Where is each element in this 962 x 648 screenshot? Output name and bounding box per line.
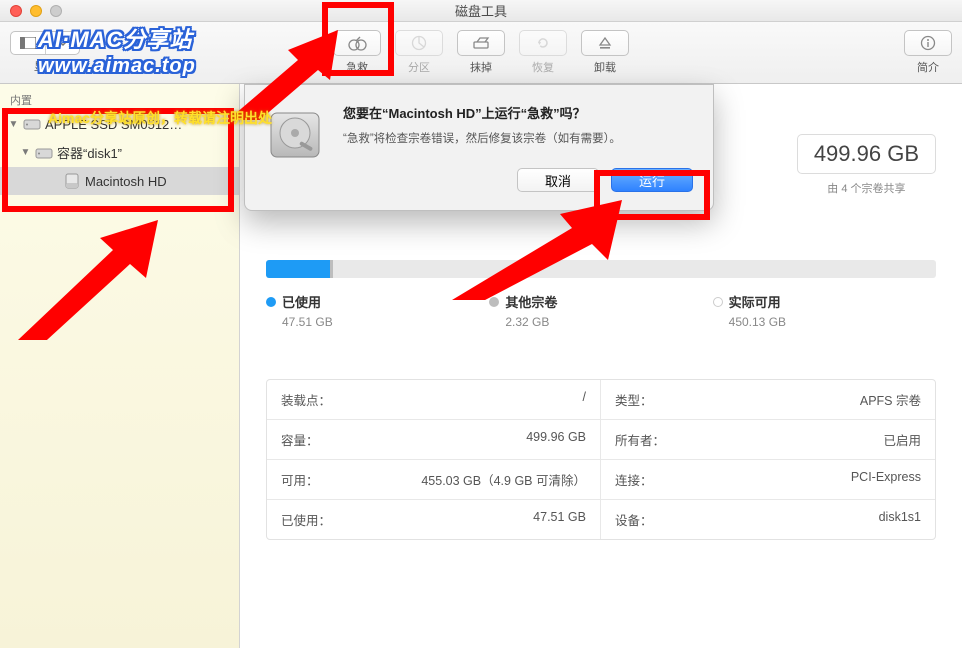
info-cell: 连接：PCI-Express [601, 460, 935, 500]
legend-dot [713, 297, 723, 307]
erase-icon [457, 30, 505, 56]
disk-icon [35, 144, 53, 162]
legend-dot [489, 297, 499, 307]
info-cell: 类型：APFS 宗卷 [601, 380, 935, 420]
capacity-sub: 由 4 个宗卷共享 [797, 180, 936, 196]
toolbar-restore-button: 恢复 [519, 30, 567, 75]
cancel-button[interactable]: 取消 [517, 168, 599, 192]
dialog-message: “急救”将检查宗卷错误，然后修复该宗卷（如有需要）。 [343, 130, 693, 146]
hard-drive-icon [263, 103, 327, 167]
info-button[interactable]: 简介 [904, 30, 952, 75]
usage-bar [266, 260, 936, 278]
legend-item: 已使用47.51 GB [266, 292, 489, 329]
usage-legend: 已使用47.51 GB其他宗卷2.32 GB实际可用450.13 GB [266, 292, 936, 329]
restore-icon [519, 30, 567, 56]
info-cell: 已使用：47.51 GB [267, 500, 601, 539]
sidebar-item[interactable]: ▼ 容器“disk1” [0, 138, 239, 167]
toolbar-partition-button: 分区 [395, 30, 443, 75]
info-cell: 装载点：/ [267, 380, 601, 420]
usage-segment [266, 260, 330, 278]
sidebar-item-label: 容器“disk1” [57, 143, 122, 162]
legend-item: 实际可用450.13 GB [713, 292, 936, 329]
legend-item: 其他宗卷2.32 GB [489, 292, 712, 329]
unmount-icon [581, 30, 629, 56]
toolbar-first-aid-button[interactable]: 急救 [333, 30, 381, 75]
run-button[interactable]: 运行 [611, 168, 693, 192]
info-cell: 设备：disk1s1 [601, 500, 935, 539]
partition-icon [395, 30, 443, 56]
watermark: AI·MAC分享站 www.aimac.top [38, 26, 196, 79]
window-title: 磁盘工具 [0, 1, 962, 20]
toolbar-unmount-button[interactable]: 卸载 [581, 30, 629, 75]
disclosure-triangle-icon[interactable]: ▼ [20, 147, 31, 158]
sidebar-section-header: 内置 [0, 88, 239, 110]
first-aid-icon [333, 30, 381, 56]
volume-icon [63, 172, 81, 190]
info-cell: 所有者：已启用 [601, 420, 935, 460]
sidebar: 内置 ▼APPLE SSD SM0512…▼容器“disk1”Macintosh… [0, 84, 240, 648]
toolbar-actions: 急救分区抹掉恢复卸载 [333, 30, 629, 75]
disk-icon [23, 115, 41, 133]
disclosure-triangle-icon[interactable]: ▼ [8, 119, 19, 130]
titlebar: 磁盘工具 [0, 0, 962, 22]
toolbar-erase-button[interactable]: 抹掉 [457, 30, 505, 75]
info-cell: 可用：455.03 GB（4.9 GB 可清除） [267, 460, 601, 500]
legend-dot [266, 297, 276, 307]
info-grid: 装载点：/类型：APFS 宗卷容量：499.96 GB所有者：已启用可用：455… [266, 379, 936, 540]
info-cell: 容量：499.96 GB [267, 420, 601, 460]
capacity-value: 499.96 GB [797, 134, 936, 174]
capacity-panel: 499.96 GB 由 4 个宗卷共享 [797, 134, 936, 196]
sidebar-item[interactable]: Macintosh HD [0, 167, 239, 195]
usage-segment [330, 260, 333, 278]
dialog-title: 您要在“Macintosh HD”上运行“急救”吗？ [343, 103, 693, 122]
sidebar-item-label: Macintosh HD [85, 174, 167, 189]
watermark-note: Aimac分享站原创，转载请注明出处 [48, 108, 272, 128]
first-aid-dialog: 您要在“Macintosh HD”上运行“急救”吗？ “急救”将检查宗卷错误，然… [244, 84, 714, 211]
